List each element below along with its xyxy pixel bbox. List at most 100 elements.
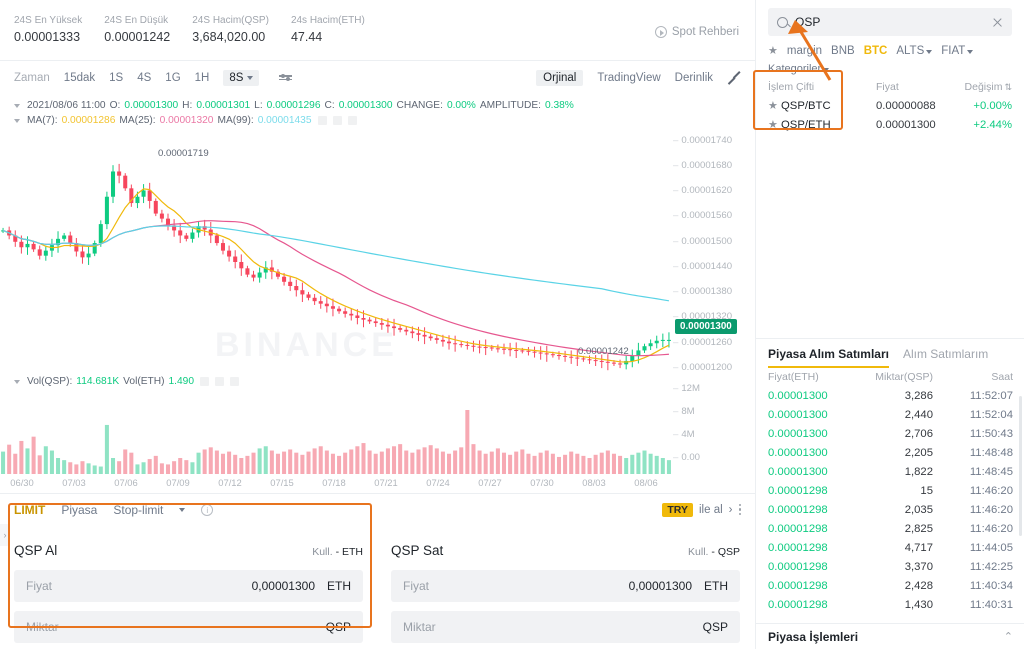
tab-alts[interactable]: ALTS [896,45,933,57]
tab-bnb[interactable]: BNB [831,45,855,57]
table-row[interactable]: 0.00001298 15 11:46:20 [756,481,1024,500]
timeframe-1h[interactable]: 1H [195,72,210,84]
price-tick: –0.00001560 [673,210,733,222]
timeframe-4s[interactable]: 4S [137,72,151,84]
chevron-up-icon[interactable]: ⌃ [1004,630,1013,643]
stat-value: 3,684,020.00 [192,30,266,44]
kebab-menu-icon[interactable] [738,503,741,516]
header-price[interactable]: Fiyat [876,81,961,93]
trade-price: 0.00001300 [768,465,828,478]
sell-amount-field[interactable]: Miktar QSP [391,611,740,643]
trade-price: 0.00001300 [768,427,828,440]
categories-dropdown[interactable]: Kategoriler [756,61,1024,78]
clear-search-icon[interactable] [992,17,1003,28]
tab-market-trades[interactable]: Piyasa Alım Satımları [768,347,889,368]
ma-row: MA(7): 0.00001286 MA(25): 0.00001320 MA(… [14,113,741,128]
table-row[interactable]: 0.00001300 1,822 11:48:45 [756,462,1024,481]
buy-price-label: Fiyat [26,579,53,593]
trades-scrollbar[interactable] [1019,396,1022,536]
table-row[interactable]: 0.00001298 2,035 11:46:20 [756,500,1024,519]
trade-time: 11:44:05 [969,541,1013,554]
table-row[interactable]: 0.00001298 4,717 11:44:05 [756,538,1024,557]
trade-time: 11:48:48 [969,446,1013,459]
buy-amount-field[interactable]: Miktar QSP [14,611,363,643]
stat-24h-volume-eth: 24s Hacim(ETH) 47.44 [291,13,365,47]
favorite-star-icon[interactable]: ★ [768,119,778,131]
ohlc-low-value: 0.00001296 [266,100,321,111]
header-trade-amount: Miktar(QSP) [875,371,933,383]
search-input[interactable] [795,15,985,29]
chevron-down-icon[interactable] [179,507,186,512]
date-tick: 06/30 [10,477,34,488]
spot-guide-link[interactable]: Spot Rehberi [654,26,739,38]
sell-price-field[interactable]: Fiyat 0,00001300 ETH [391,570,740,602]
ma-visibility-icon[interactable] [332,116,342,125]
timeframe-15dak[interactable]: 15dak [64,72,95,84]
price-chart[interactable]: BINANCE 0.00001719 0.00001242 –0.0000174… [0,128,755,546]
date-tick: 07/12 [218,477,242,488]
tab-stop-limit[interactable]: Stop-limit [113,503,163,517]
trade-amount: 2,706 [904,427,933,440]
header-change[interactable]: Değişim ⇅ [961,81,1012,93]
table-row[interactable]: 0.00001300 3,286 11:52:07 [756,386,1024,405]
timeframe-1s[interactable]: 1S [109,72,123,84]
buy-price-field[interactable]: Fiyat 0,00001300 ETH [14,570,363,602]
sell-form-title: QSP Sat [391,543,444,558]
sell-price-label: Fiyat [403,579,430,593]
info-icon[interactable]: i [201,503,214,516]
date-tick: 07/27 [478,477,502,488]
table-row[interactable]: 0.00001300 2,205 11:48:48 [756,443,1024,462]
trades-section: Piyasa Alım Satımları Alım Satımlarım Fi… [756,338,1024,614]
collapse-caret-icon[interactable] [14,118,20,123]
ohlc-open-label: O: [109,100,121,111]
tab-limit[interactable]: LİMİT [14,503,45,517]
ma-close-icon[interactable] [347,116,357,125]
table-row[interactable]: ★ QSP/BTC 0.00000088 +0.00% [756,96,1024,115]
table-row[interactable]: 0.00001298 2,825 11:46:20 [756,519,1024,538]
ohlc-amplitude-label: AMPLITUDE: [479,100,541,111]
volume-tick: –12M [673,383,701,394]
tab-derinlik[interactable]: Derinlik [675,72,713,84]
chart-settings-icon[interactable] [279,72,293,82]
favorites-star-icon[interactable]: ★ [768,44,778,57]
ohlc-close-value: 0.00001300 [338,100,393,111]
table-row[interactable]: 0.00001298 3,370 11:42:25 [756,557,1024,576]
stat-value: 0.00001242 [104,30,171,44]
timeframe-active-8s[interactable]: 8S [223,69,260,86]
buy-with-try-link[interactable]: TRY ile al › [662,502,741,517]
expand-icon[interactable] [727,71,741,85]
table-row[interactable]: 0.00001298 2,428 11:40:34 [756,576,1024,595]
trade-time: 11:46:20 [969,503,1013,516]
vol-visibility-icon[interactable] [215,377,224,386]
date-tick: 07/24 [426,477,450,488]
ma-settings-icon[interactable] [317,116,327,125]
market-orders-panel[interactable]: Piyasa İşlemleri ⌃ [756,623,1024,649]
tab-tradingview[interactable]: TradingView [597,72,660,84]
trade-time: 11:52:07 [969,389,1013,402]
tab-my-trades[interactable]: Alım Satımlarım [903,347,988,366]
vol-close-icon[interactable] [230,377,239,386]
chevron-down-icon [967,49,974,54]
table-row[interactable]: 0.00001300 2,440 11:52:04 [756,405,1024,424]
tab-piyasa[interactable]: Piyasa [61,503,97,517]
tab-btc[interactable]: BTC [864,45,888,57]
tab-fiat[interactable]: FIAT [941,45,974,57]
timeframe-1g[interactable]: 1G [165,72,180,84]
table-row[interactable]: ★ QSP/ETH 0.00001300 +2.44% [756,115,1024,134]
ma99-value: 0.00001435 [257,115,312,126]
collapse-caret-icon[interactable] [14,379,20,384]
header-pair[interactable]: İşlem Çifti [768,81,876,93]
vol-settings-icon[interactable] [200,377,209,386]
play-circle-icon [654,26,667,38]
trade-price: 0.00001298 [768,579,828,592]
tab-margin[interactable]: margin [787,45,822,57]
chart-toolbar: Zaman 15dak 1S 4S 1G 1H 8S Orjinal Tradi… [0,61,755,94]
volume-series [1,410,671,474]
favorite-star-icon[interactable]: ★ [768,100,778,112]
trade-amount: 1,430 [904,598,933,611]
table-row[interactable]: 0.00001300 2,706 11:50:43 [756,424,1024,443]
tab-orjinal[interactable]: Orjinal [536,69,584,86]
search-box[interactable] [768,8,1012,36]
table-row[interactable]: 0.00001298 1,430 11:40:31 [756,595,1024,614]
collapse-caret-icon[interactable] [14,103,20,108]
